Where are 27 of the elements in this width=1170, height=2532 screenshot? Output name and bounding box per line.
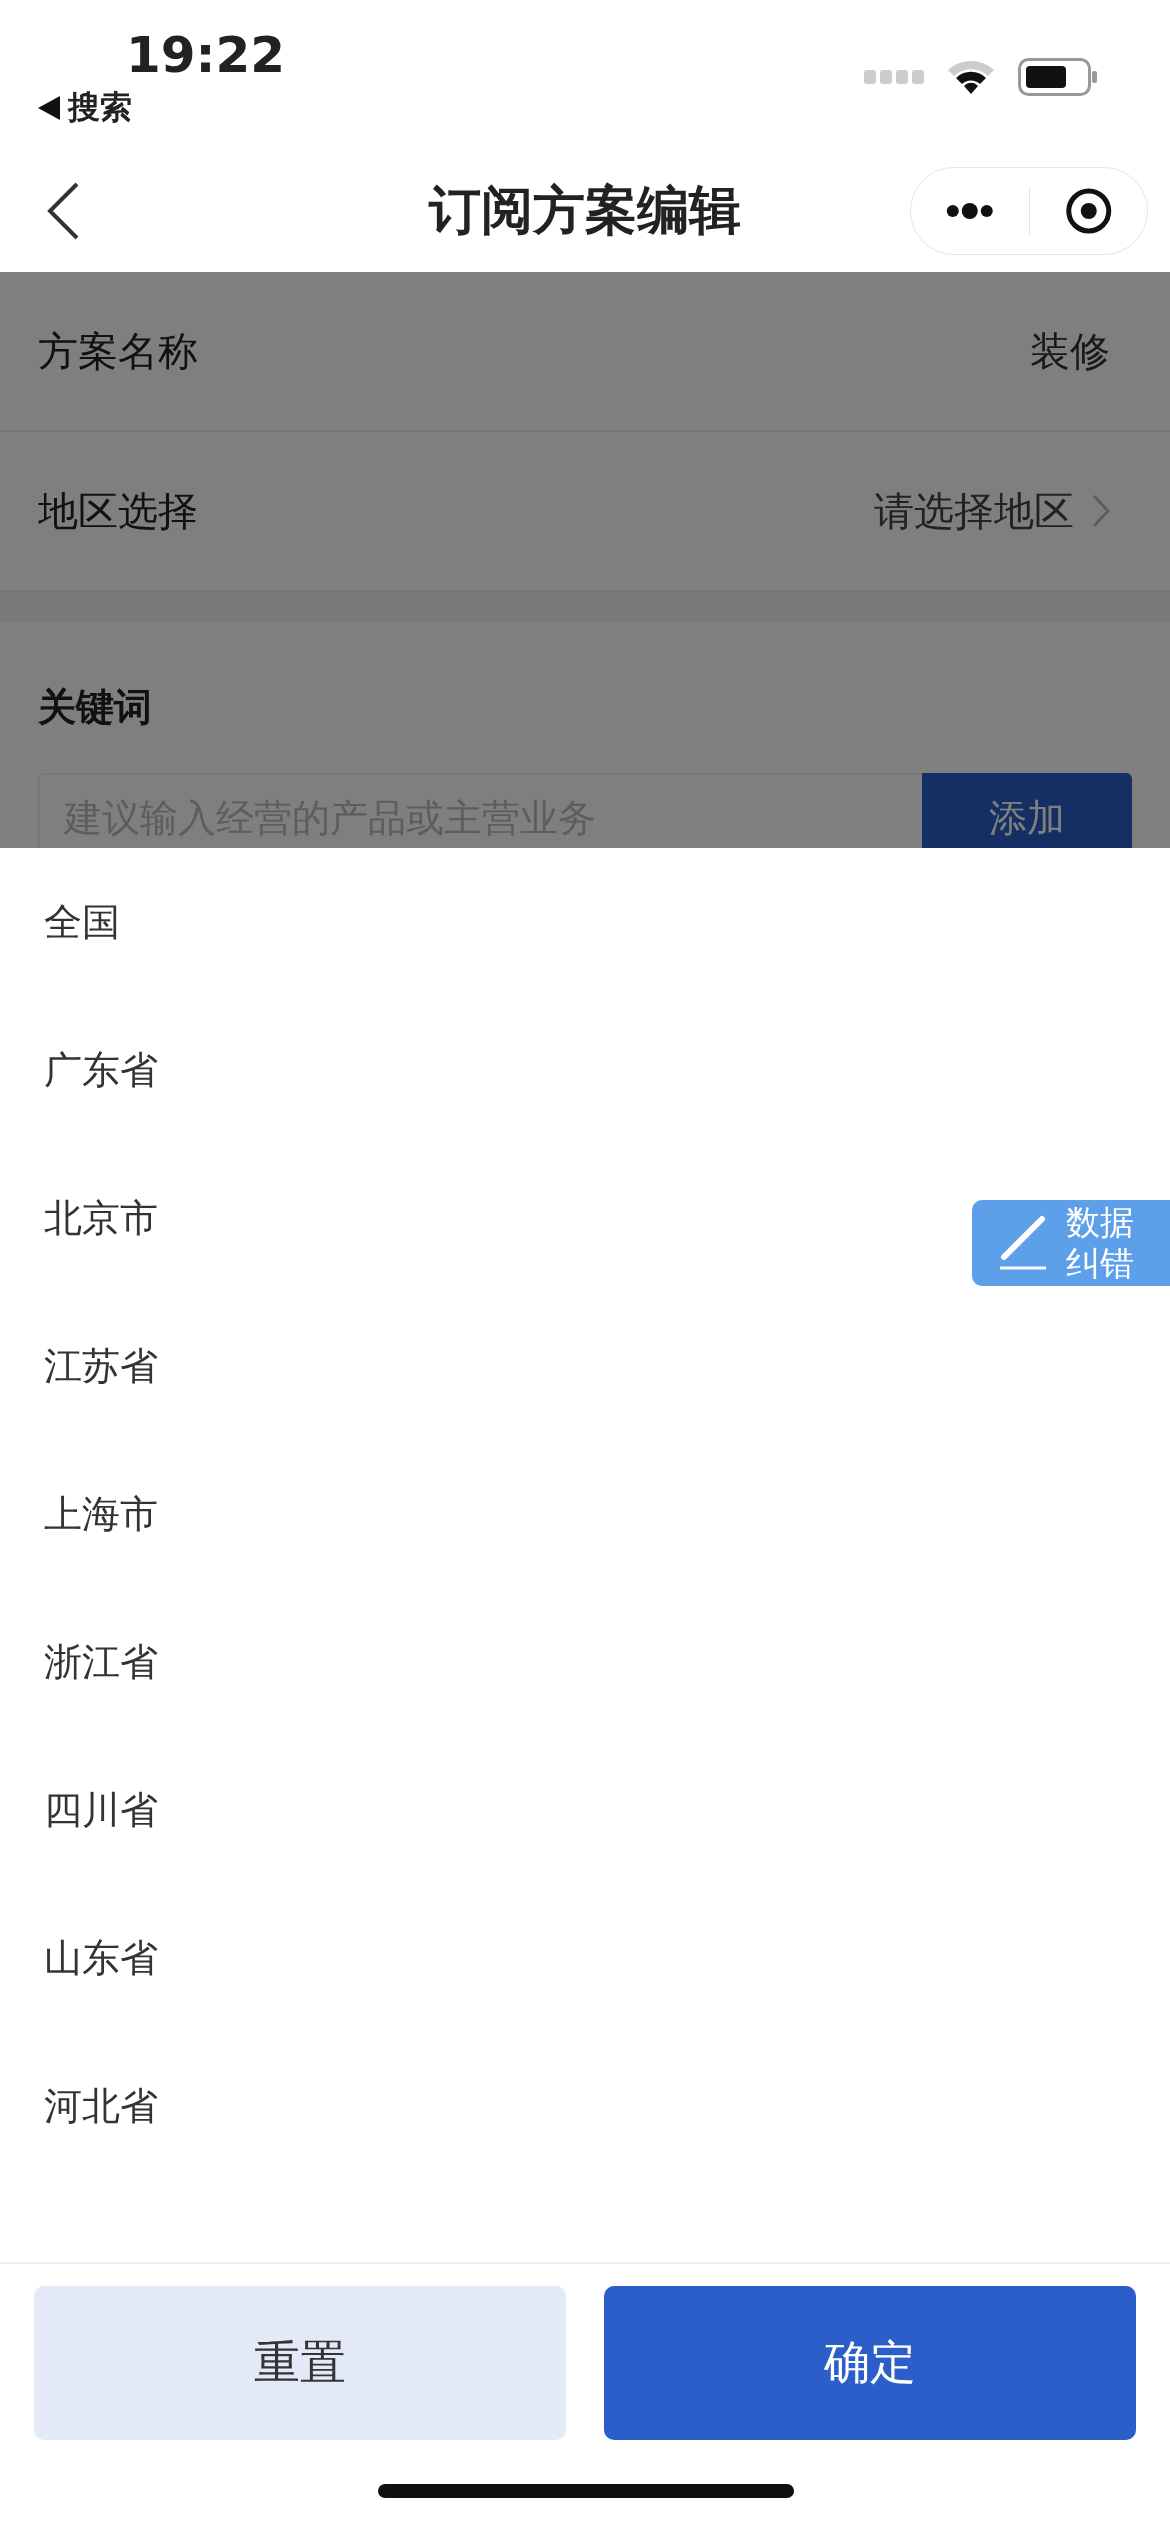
modal-overlay[interactable]	[0, 272, 1170, 848]
wifi-icon	[946, 58, 996, 96]
region-option[interactable]: 四川省	[44, 1784, 158, 1836]
field-label: 方案名称	[38, 326, 198, 376]
battery-icon	[1018, 58, 1098, 96]
region-option[interactable]: 河北省	[44, 2080, 158, 2132]
back-icon[interactable]	[46, 182, 80, 240]
confirm-button[interactable]: 确定	[604, 2286, 1136, 2440]
region-picker[interactable]: 请选择地区	[874, 483, 1074, 539]
pencil-icon	[998, 1215, 1048, 1271]
keywords-label: 关键词	[38, 684, 153, 731]
chevron-right-icon	[1092, 494, 1110, 528]
field-label: 地区选择	[38, 486, 198, 536]
region-option[interactable]: 北京市	[44, 1192, 158, 1244]
plan-name-value[interactable]: 装修	[1030, 323, 1110, 379]
region-option[interactable]: 全国	[44, 896, 120, 948]
back-triangle-icon[interactable]	[38, 96, 60, 120]
region-option[interactable]: 广东省	[44, 1044, 158, 1096]
region-option[interactable]: 浙江省	[44, 1636, 158, 1688]
reset-button[interactable]: 重置	[34, 2286, 566, 2440]
region-option[interactable]: 上海市	[44, 1488, 158, 1540]
back-app-label[interactable]: 搜索	[68, 86, 132, 130]
region-option[interactable]: 山东省	[44, 1932, 158, 1984]
region-option[interactable]: 江苏省	[44, 1340, 158, 1392]
status-time: 19:22	[126, 26, 286, 84]
page-title: 订阅方案编辑	[429, 179, 741, 242]
signal-icon	[864, 68, 924, 86]
